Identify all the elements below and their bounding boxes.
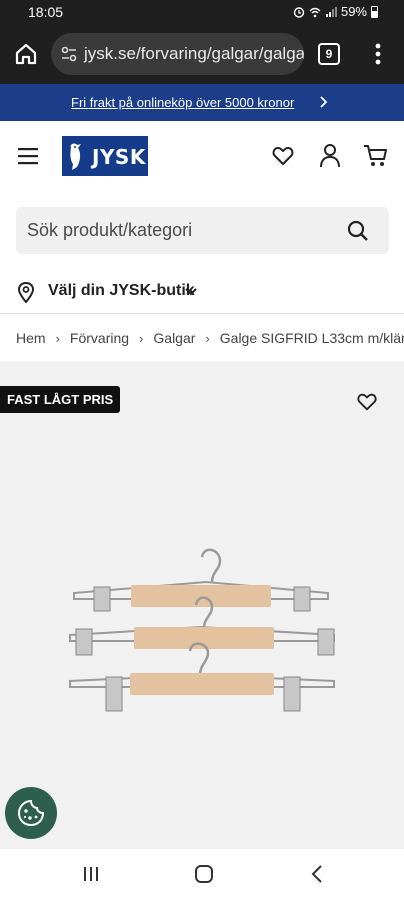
heart-icon[interactable] bbox=[271, 144, 295, 168]
wifi-icon bbox=[309, 7, 321, 17]
tab-switcher-button[interactable]: 9 bbox=[318, 43, 340, 65]
battery-percent: 59% bbox=[340, 4, 367, 19]
url-text: jysk.se/forvaring/galgar/galgar bbox=[84, 44, 304, 63]
address-bar[interactable]: jysk.se/forvaring/galgar/galgar bbox=[51, 33, 304, 75]
promo-banner[interactable]: Fri frakt på onlineköp över 5000 kronor bbox=[0, 84, 404, 121]
breadcrumb-separator: › bbox=[205, 330, 210, 346]
hamburger-icon[interactable] bbox=[18, 147, 40, 165]
site-settings-icon[interactable] bbox=[60, 45, 78, 63]
breadcrumb-item-hem[interactable]: Hem bbox=[16, 330, 46, 346]
cookie-icon bbox=[17, 799, 45, 827]
back-icon[interactable] bbox=[310, 864, 324, 884]
product-gallery[interactable]: FAST LÅGT PRIS bbox=[0, 361, 404, 849]
site-header: JYSK bbox=[0, 121, 404, 192]
nav-home-icon[interactable] bbox=[194, 864, 214, 884]
breadcrumb-item-forvaring[interactable]: Förvaring bbox=[70, 330, 129, 346]
browser-toolbar: jysk.se/forvaring/galgar/galgar 9 bbox=[0, 24, 404, 84]
logo-bird-icon bbox=[70, 143, 81, 170]
status-time: 18:05 bbox=[28, 4, 64, 20]
status-bar: 18:05 59% bbox=[0, 0, 404, 24]
heart-icon[interactable] bbox=[356, 391, 378, 413]
more-vert-icon[interactable] bbox=[368, 40, 388, 68]
breadcrumb-item-galgar[interactable]: Galgar bbox=[153, 330, 195, 346]
divider bbox=[0, 313, 404, 314]
alarm-icon bbox=[293, 6, 305, 18]
search-icon[interactable] bbox=[346, 219, 370, 243]
chevron-right-icon bbox=[320, 96, 328, 108]
breadcrumb-item-current: Galge SIGFRID L33cm m/klämmor bbox=[219, 330, 404, 346]
cart-icon[interactable] bbox=[363, 144, 389, 168]
status-icons: 59% bbox=[293, 4, 378, 19]
home-icon[interactable] bbox=[12, 40, 40, 68]
battery-icon bbox=[371, 5, 378, 18]
breadcrumb: Hem › Förvaring › Galgar › Galge SIGFRID… bbox=[16, 328, 404, 348]
chevron-down-icon bbox=[185, 288, 197, 296]
search-bar bbox=[16, 207, 389, 254]
logo-text: JYSK bbox=[92, 145, 146, 169]
location-pin-icon bbox=[17, 281, 35, 303]
promo-link[interactable]: Fri frakt på onlineköp över 5000 kronor bbox=[71, 95, 294, 110]
breadcrumb-separator: › bbox=[55, 330, 60, 346]
cookie-settings-button[interactable] bbox=[5, 787, 57, 839]
jysk-logo[interactable]: JYSK bbox=[62, 136, 148, 176]
search-input[interactable] bbox=[16, 207, 336, 254]
signal-icon bbox=[325, 6, 337, 17]
breadcrumb-separator: › bbox=[139, 330, 144, 346]
product-image bbox=[69, 548, 335, 712]
system-nav-bar bbox=[0, 849, 404, 900]
store-picker-label: Välj din JYSK-butik bbox=[48, 282, 195, 299]
price-badge: FAST LÅGT PRIS bbox=[0, 386, 121, 413]
user-icon[interactable] bbox=[318, 143, 342, 169]
recent-apps-icon[interactable] bbox=[82, 865, 100, 883]
